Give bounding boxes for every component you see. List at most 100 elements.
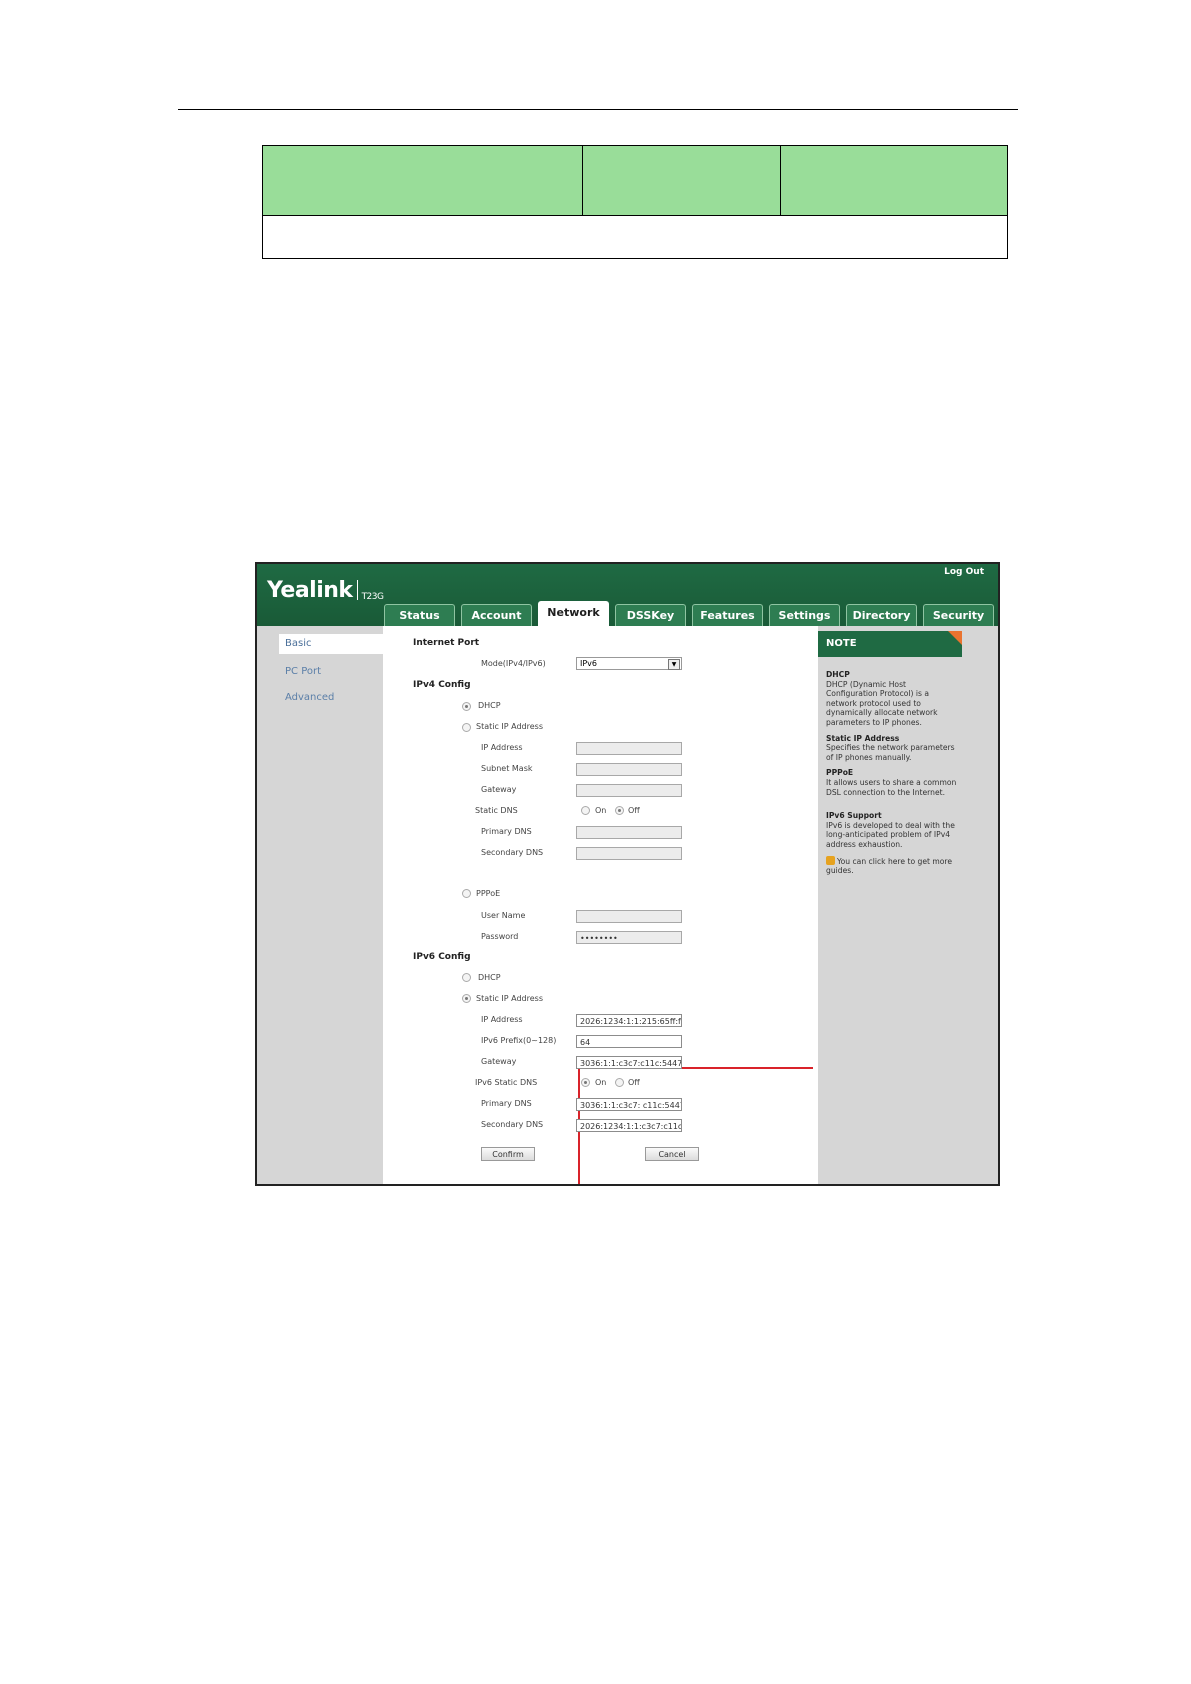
ipv6-prefix-label: IPv6 Prefix(0~128) [481,1036,557,1045]
note-guide-link[interactable]: You can click here to get more guides. [826,855,958,876]
note-dhcp-text: DHCP (Dynamic Host Configuration Protoco… [826,679,938,727]
ipv6-secondary-dns-field[interactable]: 2026:1234:1:1:c3c7:c11c:5 [576,1119,682,1132]
guide-icon [826,855,835,865]
ipv6-static-dns-off-radio[interactable] [615,1078,624,1087]
web-ui-screenshot: Yealink T23G Log Out Status Account Netwo… [255,562,1000,1186]
header-cell-default [780,145,1008,216]
model-name: T23G [361,592,384,602]
note-corner-icon [948,631,962,645]
subnet-mask-label: Subnet Mask [481,764,533,773]
note-pppoe: PPPoE It allows users to share a common … [826,768,958,797]
tab-security[interactable]: Security [923,604,994,627]
note-panel: NOTE DHCP DHCP (Dynamic Host Configurati… [818,626,998,1184]
user-name-field[interactable] [576,910,682,923]
tab-settings[interactable]: Settings [769,604,840,627]
sidebar-item-basic[interactable]: Basic [279,634,389,654]
ipv6-static-radio[interactable] [462,994,471,1003]
ipv4-config-heading: IPv4 Config [413,680,471,690]
ipv4-dhcp-radio[interactable] [462,702,471,711]
tab-features[interactable]: Features [692,604,763,627]
logo-separator [356,580,358,600]
note-static-title: Static IP Address [826,733,900,743]
sidebar-item-advanced[interactable]: Advanced [285,692,334,703]
ipv4-ip-field[interactable] [576,742,682,755]
note-ipv6-title: IPv6 Support [826,811,882,821]
ipv6-config-heading: IPv6 Config [413,952,471,962]
static-dns-off-label: Off [628,806,640,815]
note-static-text: Specifies the network parameters of IP p… [826,743,955,762]
note-static: Static IP Address Specifies the network … [826,734,958,763]
ipv6-dhcp-label: DHCP [478,973,501,982]
note-dhcp: DHCP DHCP (Dynamic Host Configuration Pr… [826,670,958,728]
password-field[interactable]: •••••••• [576,931,682,944]
ipv4-gateway-field[interactable] [576,784,682,797]
ipv6-secondary-dns-label: Secondary DNS [481,1120,544,1129]
static-dns-off-radio[interactable] [615,806,624,815]
header-cell-permitted-values [582,145,781,216]
note-ipv6-text: IPv6 is developed to deal with the long-… [826,820,955,849]
note-dhcp-title: DHCP [826,670,850,679]
ipv6-static-dns-off-label: Off [628,1078,640,1087]
ipv6-primary-dns-field[interactable]: 3036:1:1:c3c7: c11c:5447:2 [576,1098,682,1111]
table-description-cell [262,215,1008,259]
ipv6-gateway-label: Gateway [481,1057,517,1066]
chevron-down-icon: ▼ [668,659,680,670]
static-dns-on-label: On [595,806,607,815]
pppoe-label: PPPoE [476,889,501,898]
ipv6-static-dns-on-label: On [595,1078,607,1087]
logout-link[interactable]: Log Out [944,567,984,577]
static-dns-on-radio[interactable] [581,806,590,815]
tab-dsskey[interactable]: DSSKey [615,604,686,627]
ipv4-secondary-dns-field[interactable] [576,847,682,860]
ipv6-static-label: Static IP Address [476,994,544,1003]
pppoe-radio[interactable] [462,889,471,898]
tab-directory[interactable]: Directory [846,604,917,627]
note-ipv6: IPv6 Support IPv6 is developed to deal w… [826,811,958,849]
sidebar-item-pc-port[interactable]: PC Port [285,666,321,677]
tab-account[interactable]: Account [461,604,532,627]
yealink-logo: Yealink T23G [267,578,384,603]
header-rule [178,109,1018,110]
user-name-label: User Name [481,911,526,920]
note-pppoe-title: PPPoE [826,768,854,778]
ipv4-primary-dns-field[interactable] [576,826,682,839]
table-header-row [262,145,1008,216]
ipv4-primary-dns-label: Primary DNS [481,827,532,836]
static-dns-label: Static DNS [475,806,518,815]
mode-label: Mode(IPv4/IPv6) [481,659,546,668]
sidebar: Basic PC Port Advanced [257,626,389,1184]
mode-select[interactable]: IPv6 ▼ [576,657,682,670]
parameter-table [262,145,1008,259]
cancel-button[interactable]: Cancel [645,1147,699,1161]
main-tabs: Status Account Network DSSKey Features S… [384,601,998,627]
ipv6-ip-field[interactable]: 2026:1234:1:1:215:65ff:fe1 [576,1014,682,1027]
tab-status[interactable]: Status [384,604,455,627]
subnet-mask-field[interactable] [576,763,682,776]
ipv6-gateway-field[interactable]: 3036:1:1:c3c7:c11c:5447:2 [576,1056,682,1069]
note-pppoe-text: It allows users to share a common DSL co… [826,777,957,797]
ipv4-dhcp-label: DHCP [478,701,501,710]
tab-network[interactable]: Network [538,601,609,627]
note-title: NOTE [818,631,962,657]
ipv6-static-dns-label: IPv6 Static DNS [475,1078,538,1087]
ipv6-primary-dns-label: Primary DNS [481,1099,532,1108]
network-basic-form: Internet Port Mode(IPv4/IPv6) IPv6 ▼ IPv4… [383,626,838,1184]
note-body: DHCP DHCP (Dynamic Host Configuration Pr… [826,670,958,882]
mode-selected-value: IPv6 [580,659,598,668]
internet-port-heading: Internet Port [413,638,480,648]
ipv6-static-dns-on-radio[interactable] [581,1078,590,1087]
ipv6-prefix-field[interactable]: 64 [576,1035,682,1048]
note-guide-text: You can click here to get more guides. [826,856,953,876]
header-cell-parameter [262,145,583,216]
web-ui-header: Yealink T23G Log Out Status Account Netwo… [257,564,998,627]
ipv4-secondary-dns-label: Secondary DNS [481,848,544,857]
ipv4-static-label: Static IP Address [476,722,544,731]
ipv4-static-radio[interactable] [462,723,471,732]
ipv6-dhcp-radio[interactable] [462,973,471,982]
brand-name: Yealink [267,578,353,603]
table-row [262,215,1008,259]
ipv6-ip-label: IP Address [481,1015,523,1024]
password-label: Password [481,932,519,941]
confirm-button[interactable]: Confirm [481,1147,535,1161]
ipv4-ip-label: IP Address [481,743,523,752]
